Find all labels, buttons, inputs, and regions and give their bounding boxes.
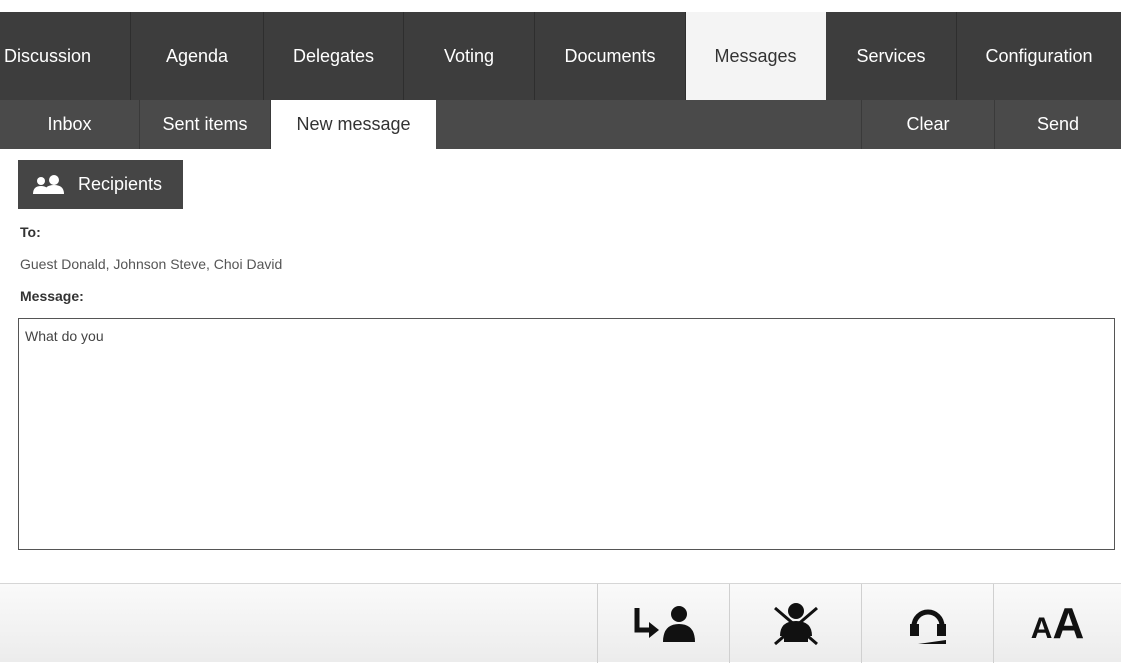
- clear-button[interactable]: Clear: [861, 100, 994, 149]
- recipients-icon: [33, 174, 64, 194]
- subtab-new-message[interactable]: New message: [271, 100, 436, 149]
- request-to-speak-button[interactable]: [597, 584, 729, 663]
- tab-configuration[interactable]: Configuration: [957, 12, 1121, 100]
- bottom-toolbar: AA: [0, 583, 1121, 663]
- headset-button[interactable]: [861, 584, 993, 663]
- subtab-inbox[interactable]: Inbox: [0, 100, 140, 149]
- message-label: Message:: [20, 288, 84, 304]
- headset-icon: [909, 609, 946, 644]
- tab-delegates[interactable]: Delegates: [264, 12, 404, 100]
- subtab-sent-items[interactable]: Sent items: [140, 100, 271, 149]
- tab-services[interactable]: Services: [826, 12, 957, 100]
- to-label: To:: [20, 224, 41, 240]
- tab-agenda[interactable]: Agenda: [131, 12, 264, 100]
- main-nav: Discussion Agenda Delegates Voting Docum…: [0, 12, 1121, 100]
- microphone-mute-icon: [773, 602, 818, 645]
- request-to-speak-icon: [634, 605, 695, 642]
- microphone-mute-button[interactable]: [729, 584, 861, 663]
- to-recipients: Guest Donald, Johnson Steve, Choi David: [20, 256, 283, 272]
- tab-discussion[interactable]: Discussion: [0, 12, 131, 100]
- font-size-button[interactable]: AA: [993, 584, 1121, 663]
- tab-documents[interactable]: Documents: [535, 12, 686, 100]
- recipients-button[interactable]: Recipients: [18, 160, 183, 209]
- sub-nav: Inbox Sent items New message Clear Send: [0, 100, 1121, 149]
- tab-messages[interactable]: Messages: [686, 12, 826, 100]
- message-input[interactable]: What do you: [18, 318, 1115, 550]
- send-button[interactable]: Send: [994, 100, 1121, 149]
- font-size-icon: AA: [1030, 598, 1085, 648]
- recipients-label: Recipients: [78, 174, 163, 194]
- tab-voting[interactable]: Voting: [404, 12, 535, 100]
